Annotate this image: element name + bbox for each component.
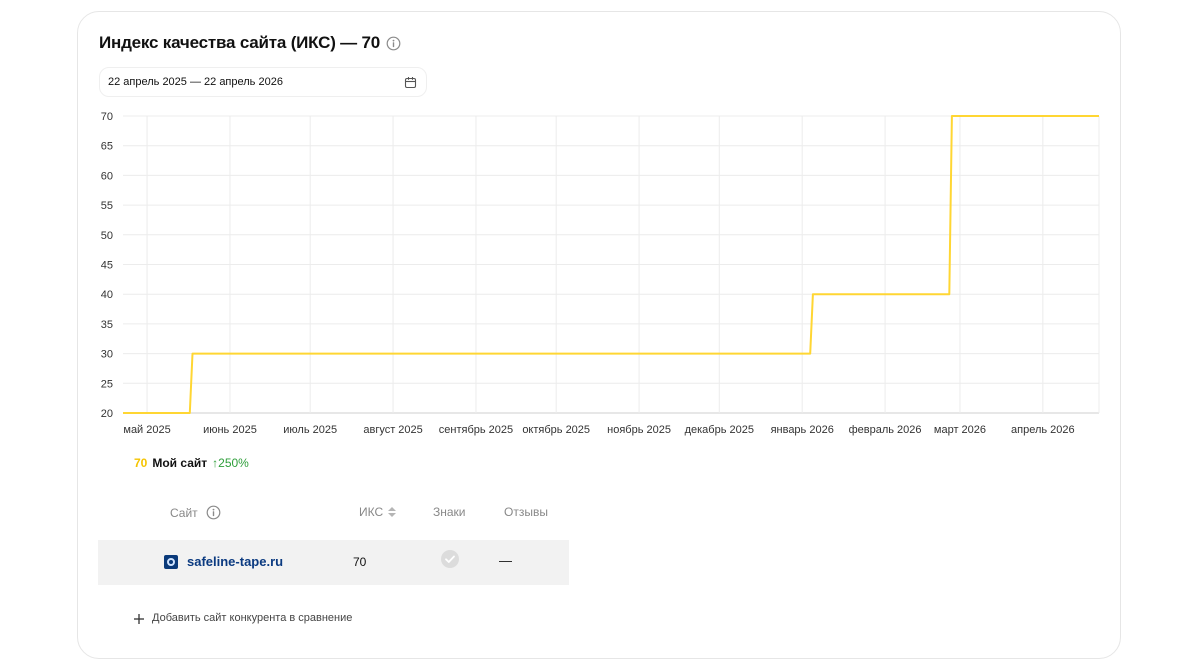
date-range-picker[interactable]: 22 апрель 2025 — 22 апрель 2026 (99, 67, 427, 97)
info-circle-icon[interactable] (386, 36, 401, 51)
site-favicon-icon (164, 555, 178, 569)
comparison-table: Сайт ИКС Знаки Отзывы safeline-tape.ru 7… (98, 499, 569, 585)
legend-name: Мой сайт (152, 456, 208, 470)
legend-change: ↑250% (212, 456, 249, 470)
chart-legend: 70 Мой сайт ↑250% (134, 456, 249, 470)
column-header-reviews: Отзывы (504, 505, 548, 519)
title-row: Индекс качества сайта (ИКС) — 70 (99, 33, 401, 53)
column-header-site: Сайт (170, 505, 221, 520)
column-header-site-label: Сайт (170, 505, 198, 520)
site-link[interactable]: safeline-tape.ru (187, 554, 283, 569)
column-header-reviews-label: Отзывы (504, 505, 548, 519)
column-header-iks[interactable]: ИКС (359, 505, 397, 519)
add-competitor-label: Добавить сайт конкурента в сравнение (152, 612, 353, 624)
sort-icon[interactable] (387, 506, 397, 518)
check-circle-icon (441, 550, 459, 568)
row-iks-value: 70 (353, 555, 367, 569)
legend-value: 70 (134, 456, 148, 470)
column-header-iks-label: ИКС (359, 505, 384, 519)
table-row: safeline-tape.ru 70 — (98, 540, 569, 585)
column-header-signs: Знаки (433, 505, 466, 519)
row-reviews-value: — (499, 553, 512, 568)
add-competitor-button[interactable]: Добавить сайт конкурента в сравнение (133, 612, 352, 624)
page-title: Индекс качества сайта (ИКС) — 70 (99, 33, 381, 52)
date-range-value: 22 апрель 2025 — 22 апрель 2026 (108, 76, 283, 88)
info-circle-icon[interactable] (206, 505, 221, 520)
calendar-icon[interactable] (404, 76, 417, 89)
column-header-signs-label: Знаки (433, 505, 466, 519)
plus-icon (133, 612, 145, 624)
table-header: Сайт ИКС Знаки Отзывы (98, 499, 569, 527)
